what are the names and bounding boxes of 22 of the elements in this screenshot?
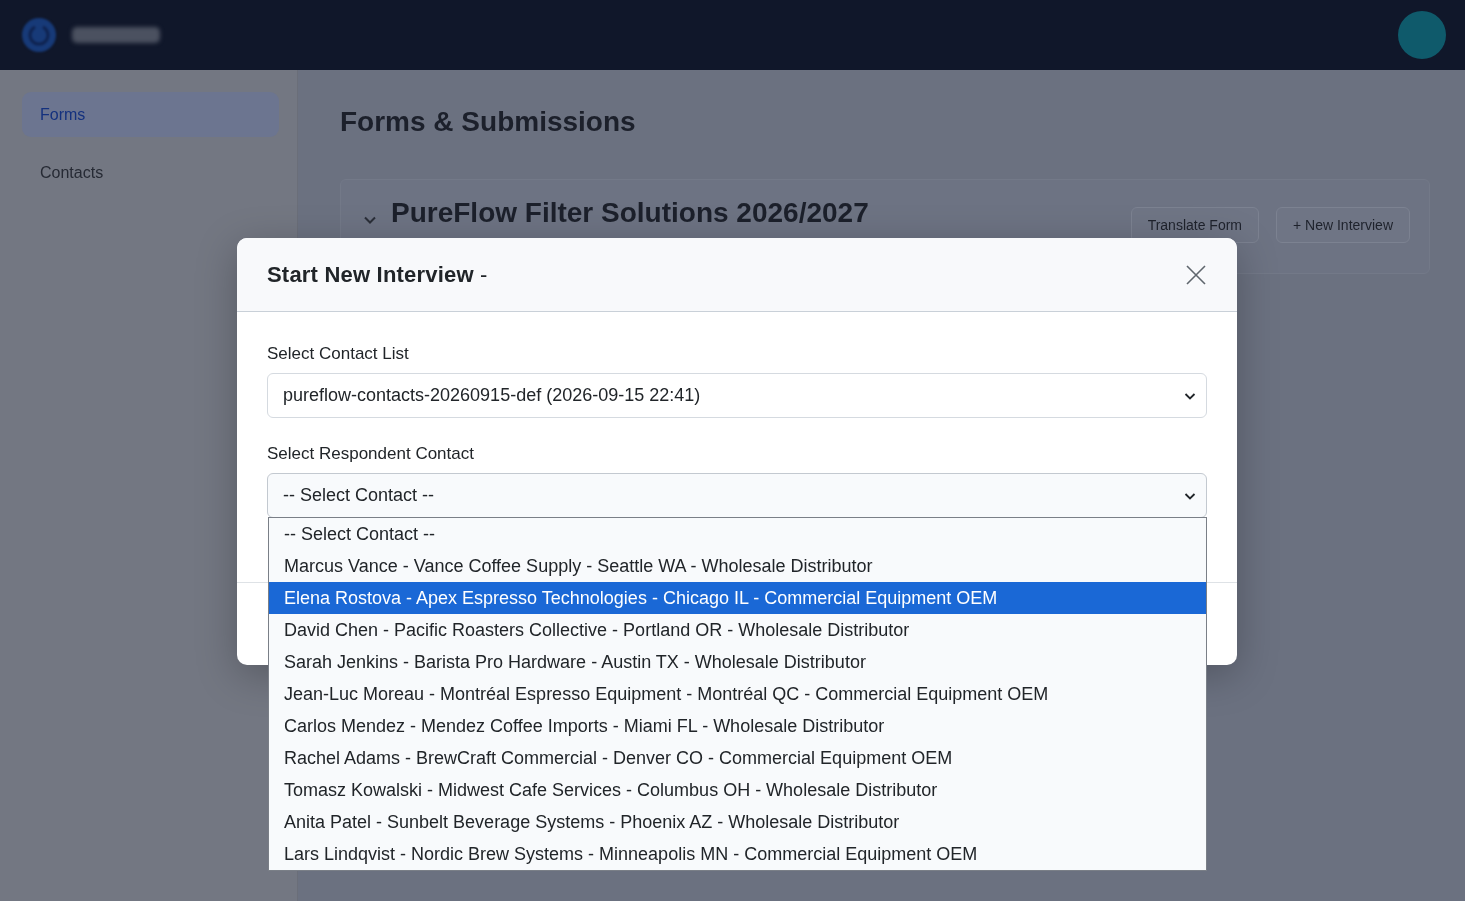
dropdown-option[interactable]: Marcus Vance - Vance Coffee Supply - Seattle WA - Wholesale Distributor bbox=[269, 550, 1206, 582]
logo-icon bbox=[22, 18, 56, 52]
dropdown-option[interactable]: Tomasz Kowalski - Midwest Cafe Services - Columbus OH - Wholesale Distributor bbox=[269, 774, 1206, 806]
field-label: Select Contact List bbox=[267, 344, 410, 364]
select-field[interactable]: -- Select Contact -- bbox=[267, 473, 1207, 518]
dropdown-option[interactable]: Carlos Mendez - Mendez Coffee Imports - Miami FL - Wholesale Distributor bbox=[269, 710, 1206, 742]
dropdown-option[interactable]: Rachel Adams - BrewCraft Commercial - Denver CO - Commercial Equipment OEM bbox=[269, 742, 1206, 774]
avatar-icon[interactable] bbox=[1398, 11, 1446, 59]
field-label: Select Respondent Contact bbox=[267, 444, 475, 464]
dropdown-option[interactable]: Elena Rostova - Apex Espresso Technologies - Chicago IL - Commercial Equipment OEM bbox=[269, 582, 1206, 614]
dropdown-option[interactable]: David Chen - Pacific Roasters Collective - Portland OR - Wholesale Distributor bbox=[269, 614, 1206, 646]
form-title: PureFlow Filter Solutions 2026/2027 bbox=[391, 196, 869, 230]
dropdown-option[interactable]: Anita Patel - Sunbelt Beverage Systems - Phoenix AZ - Wholesale Distributor bbox=[269, 806, 1206, 838]
dropdown-option[interactable]: Lars Lindqvist - Nordic Brew Systems - Minneapolis MN - Commercial Equipment OEM bbox=[269, 838, 1206, 870]
close-icon bbox=[1186, 264, 1206, 285]
close-button[interactable] bbox=[1185, 263, 1207, 286]
select-field[interactable]: pureflow-contacts-20260915-def (2026-09-15 22:41) bbox=[267, 373, 1207, 418]
modal-title: Start New Interview - bbox=[267, 261, 488, 288]
dropdown-option[interactable]: Jean-Luc Moreau - Montréal Espresso Equipment - Montréal QC - Commercial Equipment OEM bbox=[269, 678, 1206, 710]
dropdown-option[interactable]: Sarah Jenkins - Barista Pro Hardware - Austin TX - Wholesale Distributor bbox=[269, 646, 1206, 678]
dropdown-option[interactable]: -- Select Contact -- bbox=[269, 518, 1206, 550]
page-title: Forms & Submissions bbox=[340, 105, 637, 139]
